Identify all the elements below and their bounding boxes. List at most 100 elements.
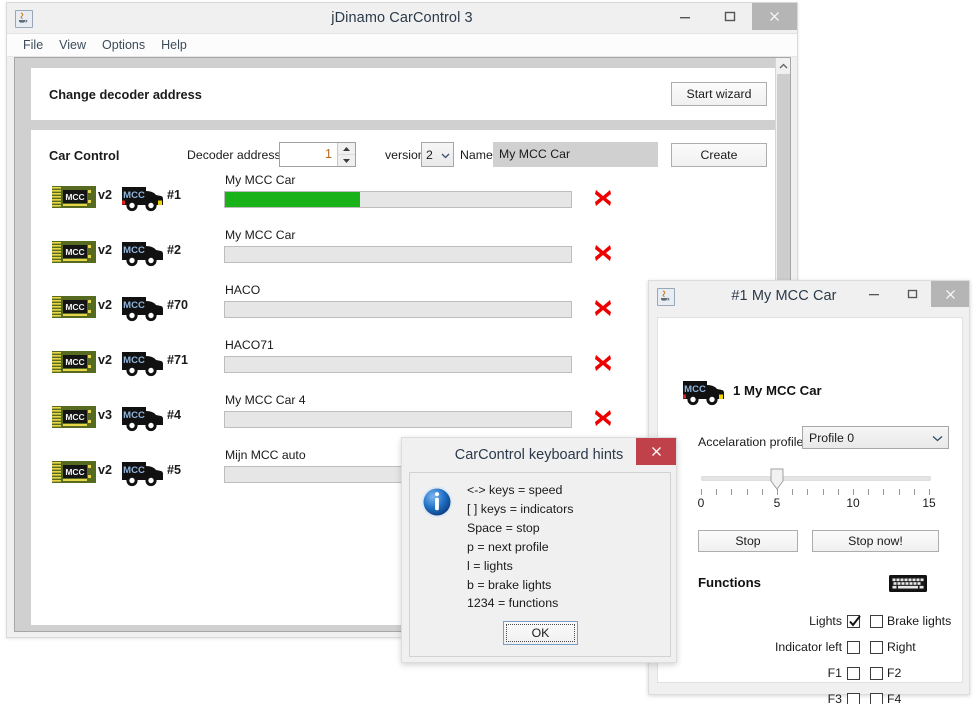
mcc-chip-icon: MCC [52,296,96,318]
ok-button-label: OK [506,624,575,642]
main-window-titlebar[interactable]: jDinamo CarControl 3 [7,3,797,33]
close-icon[interactable] [931,281,969,307]
car-number-label: #4 [167,408,182,422]
version-label: version [385,148,425,162]
function-left-label: F1 [827,666,842,680]
delete-x-icon[interactable] [592,352,614,374]
function-left-label: Lights [809,614,842,628]
svg-text:MCC: MCC [65,357,84,367]
function-right-checkbox[interactable] [870,615,883,628]
stop-button[interactable]: Stop [698,530,798,552]
speed-slider[interactable]: 0 5 10 15 [698,467,936,515]
create-button[interactable]: Create [671,143,767,167]
maximize-icon[interactable] [893,281,931,307]
keyboard-hint-line: b = brake lights [467,577,552,592]
keyboard-hints-content: <-> keys = speed [ ] keys = indicators Spa… [409,472,671,657]
delete-x-icon[interactable] [592,407,614,429]
close-icon[interactable] [636,438,676,465]
function-right-label: Brake lights [887,614,952,628]
speed-progress-bar[interactable] [224,411,572,428]
scroll-up-icon[interactable] [776,58,790,74]
svg-text:MCC: MCC [123,355,145,366]
menu-item-options[interactable]: Options [94,35,153,55]
car-number-label: #70 [167,298,189,312]
table-row[interactable]: MCC v2 MCC #1 My MCC Car [32,169,775,224]
speed-progress-bar[interactable] [224,356,572,373]
speed-progress-bar[interactable] [224,246,572,263]
slider-thumb[interactable] [770,468,784,490]
acceleration-profile-select[interactable]: Profile 0 [802,426,949,449]
change-decoder-address-title: Change decoder address [49,87,202,102]
function-left-checkbox[interactable] [847,667,860,680]
decoder-address-spinner[interactable]: 1 [279,142,356,167]
stop-now-button[interactable]: Stop now! [812,530,939,552]
version-select[interactable]: 2 [421,142,454,167]
chevron-down-icon [932,431,943,445]
car-version-label: v2 [98,463,113,477]
function-row: F1 F2 [667,663,953,689]
mcc-truck-icon[interactable]: MCC [120,456,164,488]
slider-tick-label: 15 [922,496,936,510]
close-icon[interactable] [752,3,797,30]
spinner-up-icon[interactable] [338,143,355,155]
car-name-label: My MCC Car 4 [225,393,306,407]
keyboard-hints-title: CarControl keyboard hints [454,447,624,463]
maximize-icon[interactable] [707,3,752,30]
svg-text:MCC: MCC [65,192,84,202]
car-name-label: My MCC Car [225,228,296,242]
ok-button[interactable]: OK [503,621,578,645]
delete-x-icon[interactable] [592,242,614,264]
svg-text:MCC: MCC [65,302,84,312]
name-input[interactable]: My MCC Car [493,142,658,167]
slider-tick [731,489,732,495]
car-number-label: #1 [167,188,182,202]
spinner-down-icon[interactable] [338,155,355,166]
acceleration-profile-label: Accelaration profile [698,435,804,449]
menu-item-file[interactable]: File [15,35,51,55]
minimize-icon[interactable] [855,281,893,307]
function-right-checkbox[interactable] [870,693,883,704]
mcc-truck-icon[interactable]: MCC [120,181,164,213]
car-number-label: #2 [167,243,182,257]
start-wizard-button[interactable]: Start wizard [671,82,767,106]
spinner-arrows [337,143,355,166]
mcc-truck-icon[interactable]: MCC [120,236,164,268]
function-left-checkbox[interactable] [847,641,860,654]
mcc-chip-icon: MCC [52,241,96,263]
car-number-label: #71 [167,353,189,367]
table-row[interactable]: MCC v2 MCC #2 My MCC Car [32,224,775,279]
function-left-checkbox[interactable] [847,693,860,704]
slider-track[interactable] [701,476,931,481]
speed-progress-bar[interactable] [224,191,572,208]
mcc-truck-icon[interactable]: MCC [120,401,164,433]
keyboard-hint-line: p = next profile [467,539,549,554]
slider-tick [868,489,869,495]
version-value: 2 [426,147,433,162]
keyboard-hint-line: Space = stop [467,520,540,535]
menubar: File View Options Help [7,33,797,57]
minimize-icon[interactable] [662,3,707,30]
delete-x-icon[interactable] [592,187,614,209]
mcc-truck-icon[interactable]: MCC [120,291,164,323]
car-name-label: Mijn MCC auto [225,448,306,462]
slider-tick [899,489,900,495]
function-right-checkbox[interactable] [870,641,883,654]
car-version-label: v3 [98,408,113,422]
menu-item-view[interactable]: View [51,35,94,55]
function-left-checkbox[interactable] [847,615,861,628]
mcc-truck-icon[interactable]: MCC [120,346,164,378]
slider-tick [807,489,808,495]
speed-progress-bar[interactable] [224,301,572,318]
check-icon [848,614,862,633]
menu-item-help[interactable]: Help [153,35,195,55]
car-window-titlebar[interactable]: #1 My MCC Car [649,281,969,311]
keyboard-icon[interactable] [889,575,927,592]
function-right-checkbox[interactable] [870,667,883,680]
slider-tick [929,489,930,495]
mcc-chip-icon: MCC [52,351,96,373]
main-window-controls [662,3,797,30]
slider-tick-label: 0 [697,496,705,510]
slider-tick [777,489,778,495]
slider-tick [914,489,915,495]
car-version-label: v2 [98,243,113,257]
